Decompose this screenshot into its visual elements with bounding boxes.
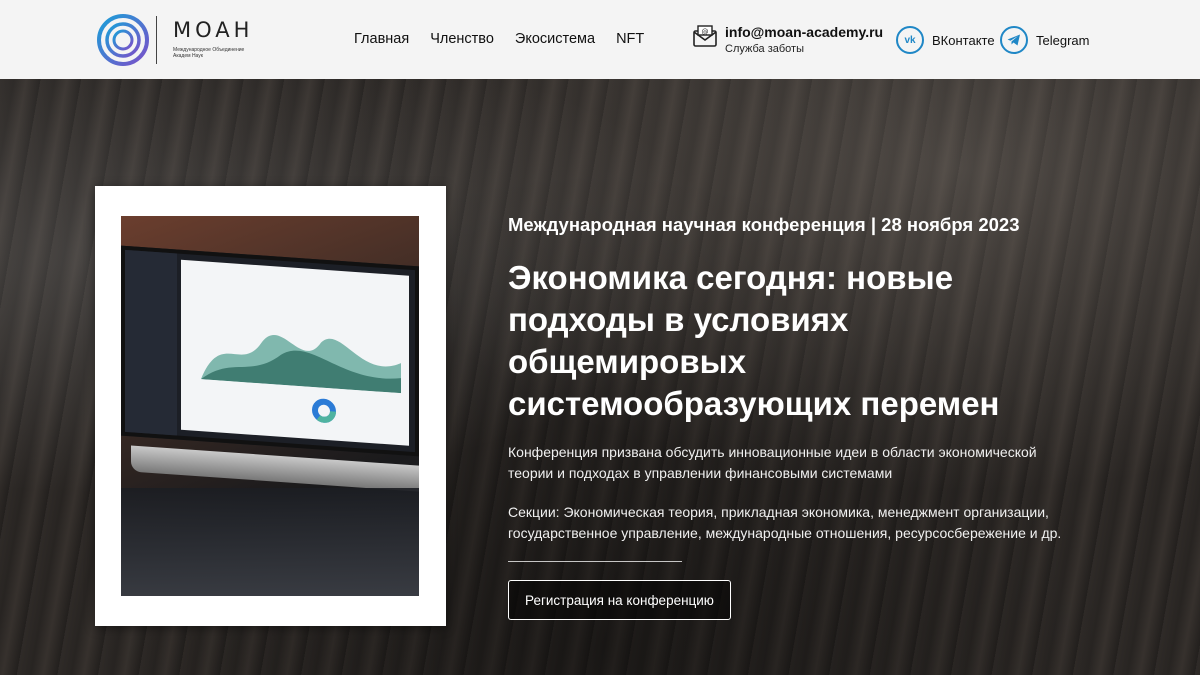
logo-rings-icon [97,14,149,66]
logo-subtitle: Международное Объединение Академ Наук [173,47,245,59]
logo-wordmark: MOAH [173,18,254,42]
register-button[interactable]: Регистрация на конференцию [508,580,731,620]
vk-label: ВКонтакте [932,32,995,48]
divider [508,561,682,562]
conference-description: Конференция призвана обсудить инновацион… [508,444,1037,481]
svg-text:@: @ [702,28,709,36]
nav-item-nft[interactable]: NFT [616,31,644,47]
contact-email-link[interactable]: info@moan-academy.ru [725,24,883,40]
telegram-link[interactable]: Telegram [1000,26,1089,54]
telegram-label: Telegram [1036,32,1090,48]
conference-date: Международная научная конференция | 28 н… [508,214,1020,235]
dashboard-area-chart [201,335,401,394]
logo[interactable]: MOAH Международное Объединение Академ На… [95,12,249,68]
mail-icon: @ [693,25,717,47]
conference-sections: Секции: Экономическая теория, прикладная… [508,504,1062,541]
laptop-dashboard-photo [121,216,419,596]
support-label: Служба заботы [725,43,804,55]
nav-item-home[interactable]: Главная [354,31,409,47]
dashboard-main [181,259,409,446]
dashboard-sidebar [125,249,177,436]
site-header: MOAH Международное Объединение Академ На… [0,0,1200,79]
hero-section: Международная научная конференция | 28 н… [0,79,1200,675]
logo-divider [156,16,157,64]
telegram-icon [1000,26,1028,54]
page-title: Экономика сегодня: новые подходы в услов… [508,259,1000,422]
nav-item-membership[interactable]: Членство [430,31,494,47]
vk-link[interactable]: vk ВКонтакте [896,26,995,54]
laptop-screen [121,245,419,457]
photo-reflection [121,488,419,596]
vk-icon: vk [896,26,924,54]
main-nav: Главная Членство Экосистема NFT [354,31,644,47]
nav-item-ecosystem[interactable]: Экосистема [515,31,595,47]
dashboard-donut-chart [312,398,336,423]
conference-image-card [95,186,446,626]
